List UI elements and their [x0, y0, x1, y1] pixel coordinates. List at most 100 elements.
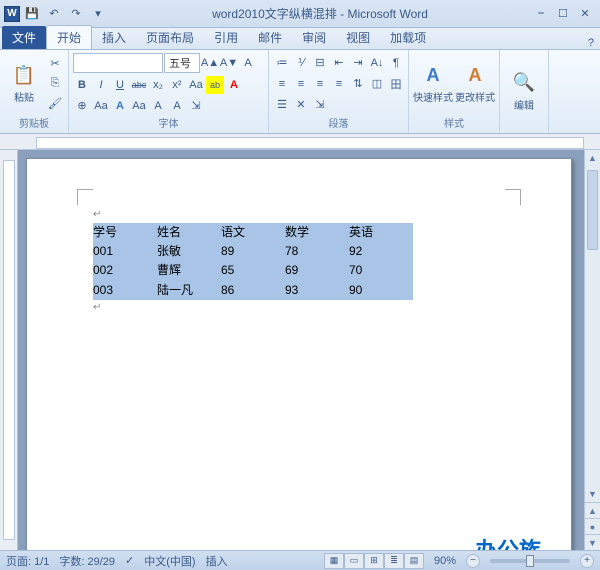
- help-icon[interactable]: ?: [582, 37, 600, 49]
- font-dialog-icon[interactable]: ⇲: [187, 97, 205, 115]
- clear-format-icon[interactable]: Aa: [92, 97, 110, 115]
- page[interactable]: ↵ 学号 姓名 语文 数学 英语 001 张敏 89 78 92: [26, 158, 572, 550]
- bullets-icon[interactable]: ≔: [273, 54, 291, 72]
- shading-icon[interactable]: ◫: [368, 75, 386, 93]
- cell[interactable]: 张敏: [157, 242, 221, 261]
- tab-view[interactable]: 视图: [336, 26, 380, 49]
- para-dialog-icon[interactable]: ⇲: [311, 96, 329, 114]
- status-mode[interactable]: 插入: [206, 553, 228, 569]
- char-shading-icon[interactable]: Aa: [130, 97, 148, 115]
- cell[interactable]: 89: [221, 242, 285, 261]
- case-button[interactable]: Aa: [187, 76, 205, 94]
- status-language[interactable]: 中文(中国): [144, 553, 195, 569]
- zoom-in-button[interactable]: +: [580, 554, 594, 568]
- scroll-down-icon[interactable]: ▼: [585, 486, 600, 502]
- font-size-combo[interactable]: 五号: [164, 53, 200, 73]
- status-page[interactable]: 页面: 1/1: [6, 553, 49, 569]
- char-border-icon[interactable]: A: [239, 54, 257, 72]
- cell[interactable]: 001: [93, 242, 157, 261]
- scroll-up-icon[interactable]: ▲: [585, 150, 600, 166]
- grow-font-icon[interactable]: A▲: [201, 54, 219, 72]
- draft-view[interactable]: ▤: [404, 553, 424, 569]
- char-spacing-icon[interactable]: ✕: [292, 96, 310, 114]
- borders-icon[interactable]: 田: [387, 75, 405, 93]
- tab-mailings[interactable]: 邮件: [248, 26, 292, 49]
- tab-addins[interactable]: 加载项: [380, 26, 436, 49]
- shrink-font-icon[interactable]: A▼: [220, 54, 238, 72]
- header-cell[interactable]: 学号: [93, 223, 157, 242]
- copy-icon[interactable]: ⎘: [46, 75, 64, 93]
- next-page-icon[interactable]: ▼: [585, 534, 600, 550]
- tab-review[interactable]: 审阅: [292, 26, 336, 49]
- line-spacing-icon[interactable]: ⇅: [349, 75, 367, 93]
- sort-icon[interactable]: A↓: [368, 54, 386, 72]
- enclose-icon[interactable]: A: [149, 97, 167, 115]
- vertical-scrollbar[interactable]: ▲ ▼ ▲ ● ▼: [584, 150, 600, 550]
- bold-button[interactable]: B: [73, 76, 91, 94]
- justify-icon[interactable]: ≡: [330, 75, 348, 93]
- strike-button[interactable]: abc: [130, 76, 148, 94]
- redo-icon[interactable]: ↷: [66, 4, 86, 24]
- fullscreen-view[interactable]: ▭: [344, 553, 364, 569]
- editing-button[interactable]: 🔍 编辑: [504, 60, 544, 122]
- tab-references[interactable]: 引用: [204, 26, 248, 49]
- indent-icon[interactable]: ⇥: [349, 54, 367, 72]
- save-icon[interactable]: 💾: [22, 4, 42, 24]
- cell[interactable]: 92: [349, 242, 413, 261]
- italic-button[interactable]: I: [92, 76, 110, 94]
- underline-button[interactable]: U: [111, 76, 129, 94]
- qat-dropdown-icon[interactable]: ▾: [88, 4, 108, 24]
- cell[interactable]: 93: [285, 281, 349, 300]
- tab-layout[interactable]: 页面布局: [136, 26, 204, 49]
- multilevel-icon[interactable]: ⊟: [311, 54, 329, 72]
- status-words[interactable]: 字数: 29/29: [59, 553, 115, 569]
- char-scaling-icon[interactable]: A: [168, 97, 186, 115]
- prev-page-icon[interactable]: ▲: [585, 502, 600, 518]
- change-styles-button[interactable]: A 更改样式: [455, 53, 495, 115]
- align-center-icon[interactable]: ≡: [292, 75, 310, 93]
- scroll-thumb[interactable]: [587, 170, 598, 250]
- tab-file[interactable]: 文件: [2, 26, 46, 49]
- minimize-button[interactable]: ⎯: [532, 7, 550, 21]
- font-color-button[interactable]: A: [225, 76, 243, 94]
- zoom-out-button[interactable]: −: [466, 554, 480, 568]
- web-view[interactable]: ⊞: [364, 553, 384, 569]
- numbering-icon[interactable]: ⅟: [292, 54, 310, 72]
- cell[interactable]: 78: [285, 242, 349, 261]
- zoom-handle[interactable]: [526, 555, 534, 567]
- align-left-icon[interactable]: ≡: [273, 75, 291, 93]
- superscript-button[interactable]: x²: [168, 76, 186, 94]
- highlight-button[interactable]: ab: [206, 76, 224, 94]
- page-scroll[interactable]: ↵ 学号 姓名 语文 数学 英语 001 张敏 89 78 92: [18, 150, 584, 550]
- cell[interactable]: 86: [221, 281, 285, 300]
- header-cell[interactable]: 数学: [285, 223, 349, 242]
- header-cell[interactable]: 姓名: [157, 223, 221, 242]
- cell[interactable]: 003: [93, 281, 157, 300]
- vertical-ruler[interactable]: [0, 150, 18, 550]
- distribute-icon[interactable]: ☰: [273, 96, 291, 114]
- word-app-icon[interactable]: W: [4, 6, 20, 22]
- status-proof-icon[interactable]: ✓: [125, 554, 134, 567]
- subscript-button[interactable]: x₂: [149, 76, 167, 94]
- header-cell[interactable]: 语文: [221, 223, 285, 242]
- outline-view[interactable]: ≣: [384, 553, 404, 569]
- dedent-icon[interactable]: ⇤: [330, 54, 348, 72]
- format-painter-icon[interactable]: 🖌: [46, 95, 64, 113]
- selected-table[interactable]: 学号 姓名 语文 数学 英语 001 张敏 89 78 92 002: [93, 223, 413, 300]
- cell[interactable]: 70: [349, 261, 413, 280]
- cell[interactable]: 陆一凡: [157, 281, 221, 300]
- maximize-button[interactable]: ☐: [554, 7, 572, 21]
- tab-home[interactable]: 开始: [46, 25, 92, 49]
- paste-button[interactable]: 📋 粘贴: [4, 53, 44, 115]
- header-cell[interactable]: 英语: [349, 223, 413, 242]
- cell[interactable]: 002: [93, 261, 157, 280]
- horizontal-ruler[interactable]: [0, 134, 600, 150]
- zoom-level[interactable]: 90%: [434, 555, 456, 567]
- align-right-icon[interactable]: ≡: [311, 75, 329, 93]
- text-effects-icon[interactable]: A: [111, 97, 129, 115]
- document-content[interactable]: ↵ 学号 姓名 语文 数学 英语 001 张敏 89 78 92: [93, 207, 505, 316]
- close-button[interactable]: ✕: [576, 7, 594, 21]
- cell[interactable]: 曹辉: [157, 261, 221, 280]
- cell[interactable]: 65: [221, 261, 285, 280]
- show-marks-icon[interactable]: ¶: [387, 54, 405, 72]
